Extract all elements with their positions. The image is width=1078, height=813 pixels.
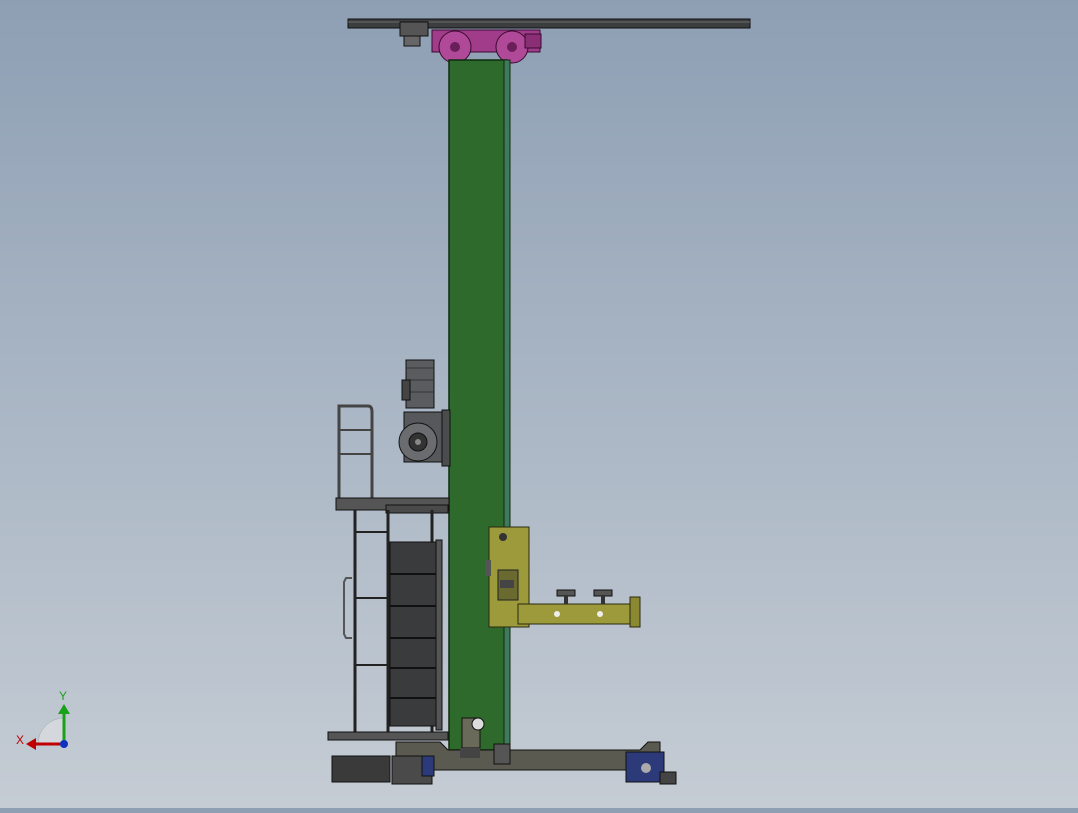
winch-drum bbox=[398, 409, 451, 467]
y-axis-label: Y bbox=[59, 689, 67, 703]
vertical-column bbox=[448, 59, 511, 769]
model-view: Y X bbox=[16, 18, 751, 785]
ladder bbox=[343, 510, 390, 732]
axis-triad: Y X bbox=[16, 689, 70, 750]
cad-viewport[interactable]: Y X bbox=[0, 0, 1078, 808]
counterweight-stack bbox=[389, 510, 443, 732]
horizontal-arm bbox=[517, 589, 641, 628]
handrail bbox=[337, 404, 374, 500]
x-axis-label: X bbox=[16, 733, 24, 747]
drive-motor bbox=[401, 359, 435, 409]
